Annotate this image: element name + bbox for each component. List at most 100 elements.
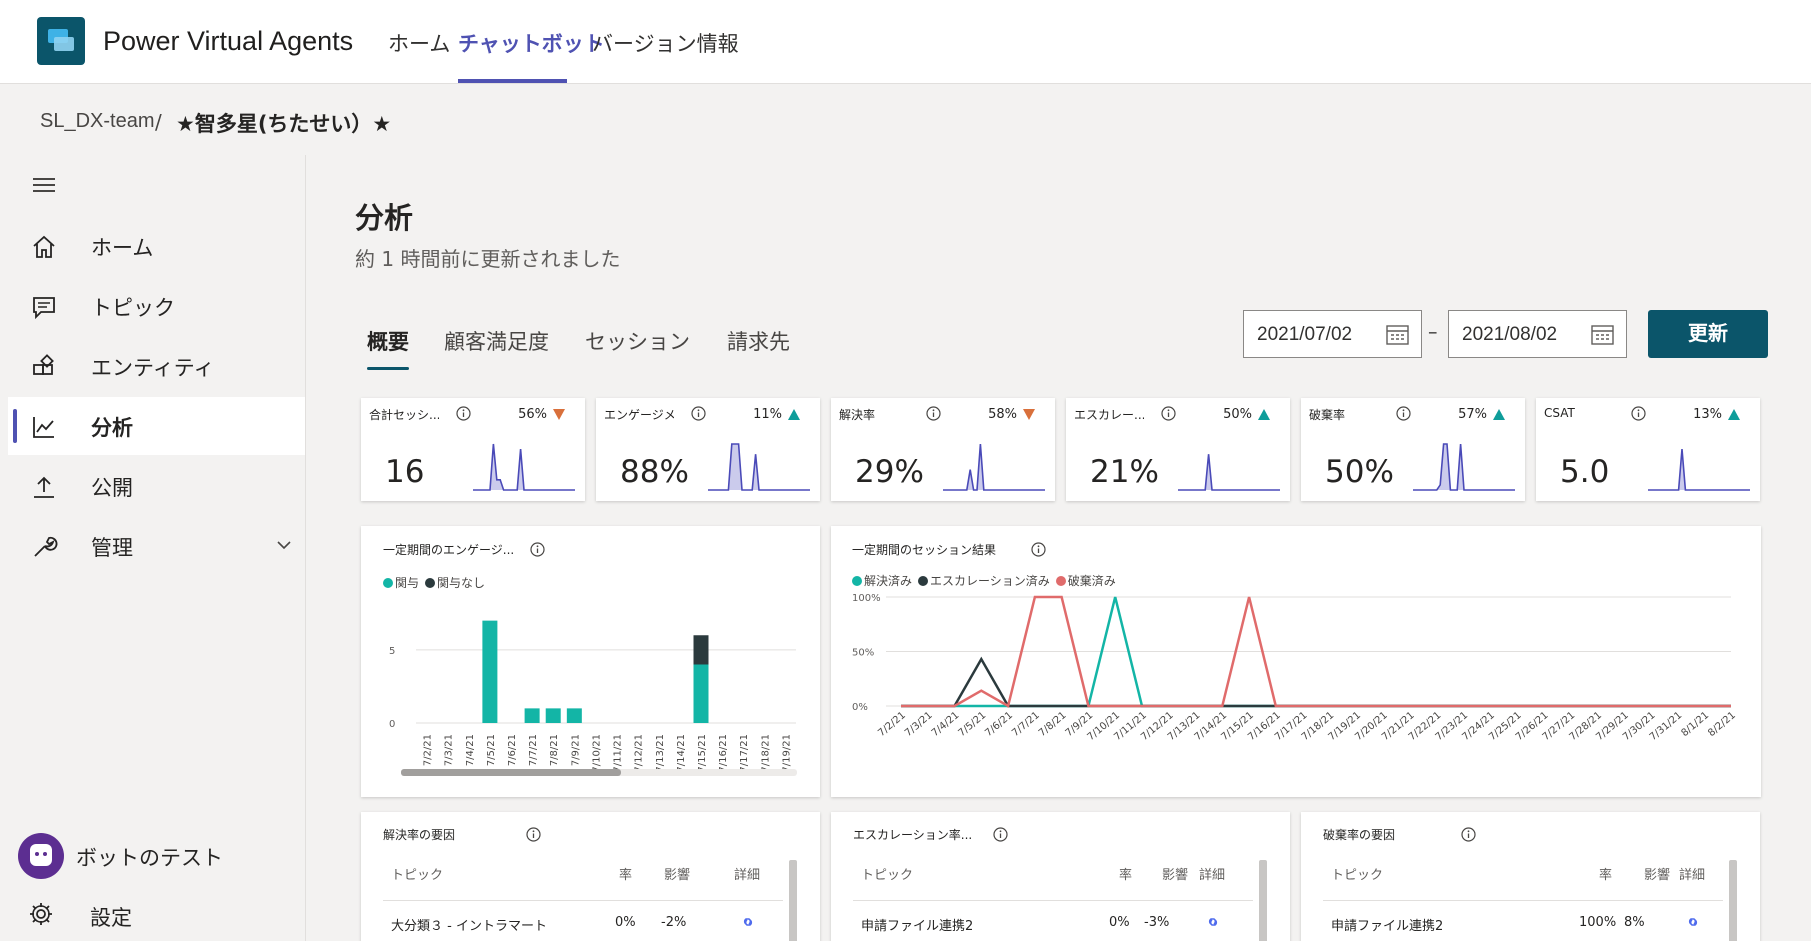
column-header[interactable]: 影響 xyxy=(664,864,690,883)
end-date-field[interactable]: 2021/08/02 xyxy=(1448,310,1627,358)
sparkline-line xyxy=(473,443,575,491)
bot-avatar[interactable] xyxy=(18,833,64,879)
sparkline-line xyxy=(708,443,810,491)
bot-test-button[interactable]: ボットのテスト xyxy=(76,842,223,872)
tab-overview[interactable]: 概要 xyxy=(367,326,409,356)
x-tick-label: 7/8/21 xyxy=(1037,710,1069,739)
link-icon[interactable] xyxy=(1205,916,1221,928)
gear-icon[interactable] xyxy=(28,901,54,927)
bar-engaged xyxy=(524,708,540,723)
x-tick-label: 8/2/21 xyxy=(1706,710,1738,739)
column-header[interactable]: 詳細 xyxy=(1199,864,1225,883)
link-icon[interactable] xyxy=(740,916,756,928)
link-icon[interactable] xyxy=(1685,916,1701,928)
info-icon[interactable] xyxy=(1396,406,1411,421)
sidebar-item-label: トピック xyxy=(91,296,175,320)
x-tick-label: 7/16/21 xyxy=(718,734,729,773)
kpi-sparkline xyxy=(708,443,810,491)
tab-csat[interactable]: 顧客満足度 xyxy=(444,326,549,356)
topnav-version-info[interactable]: バージョン情報 xyxy=(592,28,739,58)
column-header[interactable]: トピック xyxy=(861,864,913,883)
vertical-scrollbar[interactable] xyxy=(789,860,797,941)
vertical-scrollbar[interactable] xyxy=(1729,860,1737,941)
x-tick-label: 7/5/21 xyxy=(486,734,497,766)
table-title: 解決率の要因 xyxy=(383,828,456,842)
sidebar-item-entities[interactable]: エンティティ xyxy=(8,337,305,395)
column-header[interactable]: 影響 xyxy=(1644,864,1670,883)
tab-sessions[interactable]: セッション xyxy=(585,326,690,356)
x-tick-label: 7/18/21 xyxy=(760,734,771,773)
sparkline-area xyxy=(1178,454,1280,490)
scrollbar-thumb[interactable] xyxy=(401,769,621,776)
x-tick-label: 7/4/21 xyxy=(465,734,476,766)
kpi-card[interactable]: 解決率 58% 29% xyxy=(831,398,1055,501)
kpi-card[interactable]: エスカレー... 50% 21% xyxy=(1066,398,1290,501)
hamburger-menu-icon[interactable] xyxy=(33,178,55,192)
kpi-change-percent: 50% xyxy=(1223,407,1252,422)
info-icon[interactable] xyxy=(691,406,706,421)
sparkline-area xyxy=(943,444,1045,490)
info-icon[interactable] xyxy=(456,406,471,421)
column-header[interactable]: 率 xyxy=(1599,864,1612,883)
sparkline-area xyxy=(1648,449,1750,490)
info-icon[interactable] xyxy=(526,827,541,842)
info-icon[interactable] xyxy=(1161,406,1176,421)
column-header[interactable]: トピック xyxy=(1331,864,1383,883)
x-tick-label: 7/15/21 xyxy=(697,734,708,773)
start-date-field[interactable]: 2021/07/02 xyxy=(1243,310,1422,358)
info-icon[interactable] xyxy=(1461,827,1476,842)
kpi-title: 破棄率 xyxy=(1309,408,1346,422)
bar-engaged xyxy=(482,620,498,723)
x-tick-label: 7/3/21 xyxy=(903,710,935,739)
sidebar-item-publish[interactable]: 公開 xyxy=(8,457,305,515)
sidebar-item-label: 分析 xyxy=(91,416,133,440)
kpi-change-percent: 13% xyxy=(1693,407,1722,422)
calendar-icon[interactable] xyxy=(1386,324,1409,345)
info-icon[interactable] xyxy=(1631,406,1646,421)
topnav-home[interactable]: ホーム xyxy=(388,28,450,58)
column-header[interactable]: 率 xyxy=(1119,864,1132,883)
analytics-icon xyxy=(33,417,54,438)
tab-billing[interactable]: 請求先 xyxy=(727,326,790,356)
x-tick-label: 7/5/21 xyxy=(957,710,989,739)
refresh-button[interactable]: 更新 xyxy=(1648,310,1768,358)
topnav-chatbot[interactable]: チャットボット xyxy=(458,28,605,58)
breadcrumb-team[interactable]: SL_DX-team xyxy=(40,110,155,133)
column-header[interactable]: トピック xyxy=(391,864,443,883)
calendar-icon[interactable] xyxy=(1591,324,1614,345)
kpi-card[interactable]: エンゲージメン... 11% 88% xyxy=(596,398,820,501)
topic-cell[interactable]: 大分類３ - イントラマート xyxy=(391,915,547,934)
column-header[interactable]: 詳細 xyxy=(1679,864,1705,883)
session-outcomes-chart-panel: 一定期間のセッション結果 解決済み エスカレーション済み 破棄済み 0% 50% 100… xyxy=(831,526,1761,797)
vertical-scrollbar[interactable] xyxy=(1259,860,1267,941)
kpi-sparkline xyxy=(1178,454,1280,491)
kpi-card[interactable]: 合計セッシ... 56% 16 xyxy=(361,398,585,501)
x-tick-label: 8/1/21 xyxy=(1679,710,1711,739)
kpi-title: CSAT xyxy=(1544,406,1575,420)
topic-cell[interactable]: 申請ファイル連携2 xyxy=(861,915,973,934)
column-header[interactable]: 率 xyxy=(619,864,632,883)
kpi-change-percent: 57% xyxy=(1458,407,1487,422)
column-header[interactable]: 詳細 xyxy=(734,864,760,883)
chevron-down-icon[interactable] xyxy=(276,537,292,553)
engagement-bar-chart: 0 5 7/2/21 7/3/21 7/4/21 7/5/21 7/6/21 7/7/21 7/… xyxy=(389,620,796,773)
settings-link[interactable]: 設定 xyxy=(90,902,132,932)
triangle-down-icon xyxy=(1023,409,1035,420)
info-icon[interactable] xyxy=(993,827,1008,842)
bar-engaged xyxy=(693,664,709,723)
sidebar-item-home[interactable]: ホーム xyxy=(8,217,305,275)
value-cell: 0% xyxy=(615,915,636,930)
topic-cell[interactable]: 申請ファイル連携2 xyxy=(1331,915,1443,934)
kpi-card[interactable]: CSAT 13% 5.0 xyxy=(1536,398,1760,501)
value-cell: 8% xyxy=(1624,915,1645,930)
horizontal-scrollbar[interactable] xyxy=(401,769,797,776)
info-icon[interactable] xyxy=(926,406,941,421)
x-tick-label: 7/9/21 xyxy=(570,734,581,766)
column-header[interactable]: 影響 xyxy=(1162,864,1188,883)
breadcrumb-bot-name: ★智多星(ちたせい）★ xyxy=(176,112,392,136)
kpi-card[interactable]: 破棄率 57% 50% xyxy=(1301,398,1525,501)
sidebar-item-manage[interactable]: 管理 xyxy=(8,517,305,575)
escalation-drivers-panel: エスカレーション率... トピック 率 影響 詳細 申請ファイル連携2 0% -3% xyxy=(831,812,1290,941)
sidebar-item-topics[interactable]: トピック xyxy=(8,277,305,335)
sidebar-item-analytics[interactable]: 分析 xyxy=(8,397,305,455)
